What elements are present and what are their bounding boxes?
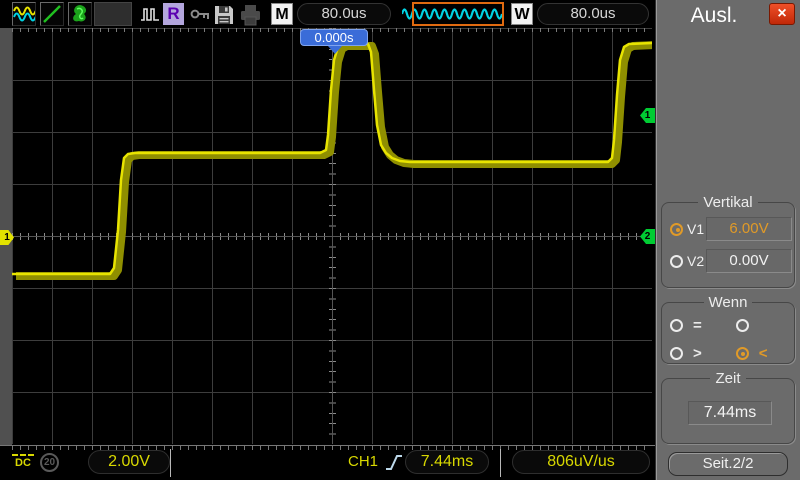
window-timebase-button[interactable]: W [511,3,533,25]
waveform-thumbnail[interactable] [402,2,504,26]
trigger-position-pointer-icon [328,46,342,54]
when-equal-radio[interactable] [670,318,683,332]
pulse-width-readout: 7.44ms [405,450,489,474]
toolbar: R M 80.0us W 80.0us [0,0,655,28]
less-symbol: < [758,344,768,362]
v2-label: V2 [687,253,705,269]
equal-symbol: = [693,316,702,334]
wenn-title: Wenn [703,294,753,311]
graticule: 0.000s 1 2 [12,28,655,444]
when-less-radio[interactable] [735,346,749,360]
print-icon[interactable] [239,3,262,27]
vertikal-group: Vertikal V1 6.00V V2 0.00V [661,194,795,288]
xy-display-icon[interactable] [68,2,92,26]
panel-title: Ausl. [690,4,738,27]
greater-symbol: > [693,344,702,362]
line-display-icon[interactable] [40,2,64,26]
display-area: 0.000s 1 2 1 [0,28,655,445]
trigger-slope-icon [385,451,403,478]
when-greater-radio[interactable] [670,346,683,360]
page-button[interactable]: Seit.2/2 [668,452,788,476]
save-icon[interactable] [212,3,237,27]
v2-value-field[interactable]: 0.00V [706,249,792,273]
glitch-icon[interactable] [140,3,160,25]
zeit-title: Zeit [710,370,746,387]
toolbar-empty-slot [94,2,132,26]
oscilloscope-screen: R M 80.0us W 80.0us 0.000s 1 2 1 DC 20 2… [0,0,800,480]
lock-icon[interactable] [189,3,211,25]
main-timebase-readout: 80.0us [297,3,391,25]
vertikal-title: Vertikal [698,194,758,211]
volts-per-div-readout: 2.00V [88,450,170,474]
coupling-dc-icon[interactable]: DC [10,451,36,469]
rollmode-button[interactable]: R [163,3,184,25]
coupling-label: DC [15,457,31,469]
zeit-value-field[interactable]: 7.44ms [688,401,772,425]
when-notequal-radio[interactable] [735,318,749,332]
v1-radio[interactable] [670,222,683,236]
zeit-group: Zeit 7.44ms [661,370,795,444]
v2-radio[interactable] [670,254,683,268]
v1-label: V1 [687,221,705,237]
trigger-position-tab[interactable]: 0.000s [300,29,368,46]
status-separator [500,449,501,477]
window-zoom-region[interactable] [412,2,504,26]
close-button[interactable]: × [769,3,795,25]
wenn-group: Wenn = > < [661,294,795,364]
trigger-menu-panel: Ausl. × Vertikal V1 6.00V V2 0.00V Wenn … [655,0,800,480]
window-timebase-readout: 80.0us [537,3,649,25]
trigger-source-label: CH1 [348,453,379,470]
channel-waves-icon[interactable] [12,2,37,26]
slew-rate-readout: 806uV/us [512,450,650,474]
waveform-trace [12,41,652,280]
status-bar: DC 20 2.00V CH1 7.44ms 806uV/us [0,445,655,480]
bandwidth-limit-icon[interactable]: 20 [40,453,59,472]
v1-value-field[interactable]: 6.00V [706,217,792,241]
status-separator [170,449,171,477]
main-timebase-button[interactable]: M [271,3,293,25]
